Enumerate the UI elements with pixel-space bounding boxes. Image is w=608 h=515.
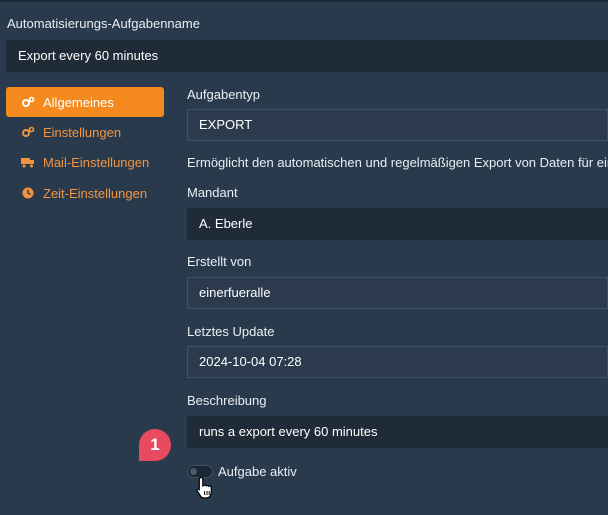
mandant-select[interactable]: A. Eberle — [187, 208, 608, 240]
sidebar-item-label: Mail-Einstellungen — [43, 154, 150, 170]
sidebar-item-mail-einstellungen[interactable]: Mail-Einstellungen — [6, 147, 164, 177]
hand-cursor-icon — [196, 476, 214, 505]
sidebar-item-allgemeines[interactable]: Allgemeines — [6, 87, 164, 117]
step-number: 1 — [150, 435, 160, 454]
letztes-update-label: Letztes Update — [187, 324, 275, 339]
beschreibung-label: Beschreibung — [187, 393, 267, 408]
mandant-label: Mandant — [187, 185, 238, 200]
sidebar-item-label: Allgemeines — [43, 94, 114, 110]
aufgabentyp-description: Ermöglicht den automatischen und regelmä… — [187, 155, 608, 170]
task-name-label: Automatisierungs-Aufgabenname — [7, 16, 200, 31]
toggle-knob — [190, 468, 197, 475]
mail-truck-icon — [21, 155, 35, 169]
aufgabe-aktiv-label: Aufgabe aktiv — [218, 464, 297, 479]
sidebar-item-label: Zeit-Einstellungen — [43, 185, 148, 201]
sidebar-item-einstellungen[interactable]: Einstellungen — [6, 117, 164, 147]
task-name-input[interactable]: Export every 60 minutes — [6, 40, 608, 72]
erstellt-von-label: Erstellt von — [187, 254, 252, 269]
gears-icon — [21, 125, 35, 139]
letztes-update-field: 2024-10-04 07:28 — [187, 346, 608, 378]
sidebar-item-zeit-einstellungen[interactable]: Zeit-Einstellungen — [6, 178, 164, 208]
aufgabentyp-field[interactable]: EXPORT — [187, 109, 608, 141]
clock-icon — [21, 186, 35, 200]
beschreibung-input[interactable]: runs a export every 60 minutes — [187, 416, 608, 448]
gears-icon — [21, 95, 35, 109]
top-divider — [0, 0, 608, 2]
erstellt-von-field: einerfueralle — [187, 277, 608, 309]
sidebar-item-label: Einstellungen — [43, 124, 122, 140]
aufgabentyp-label: Aufgabentyp — [187, 87, 261, 102]
step-marker-badge: 1 — [139, 429, 171, 461]
